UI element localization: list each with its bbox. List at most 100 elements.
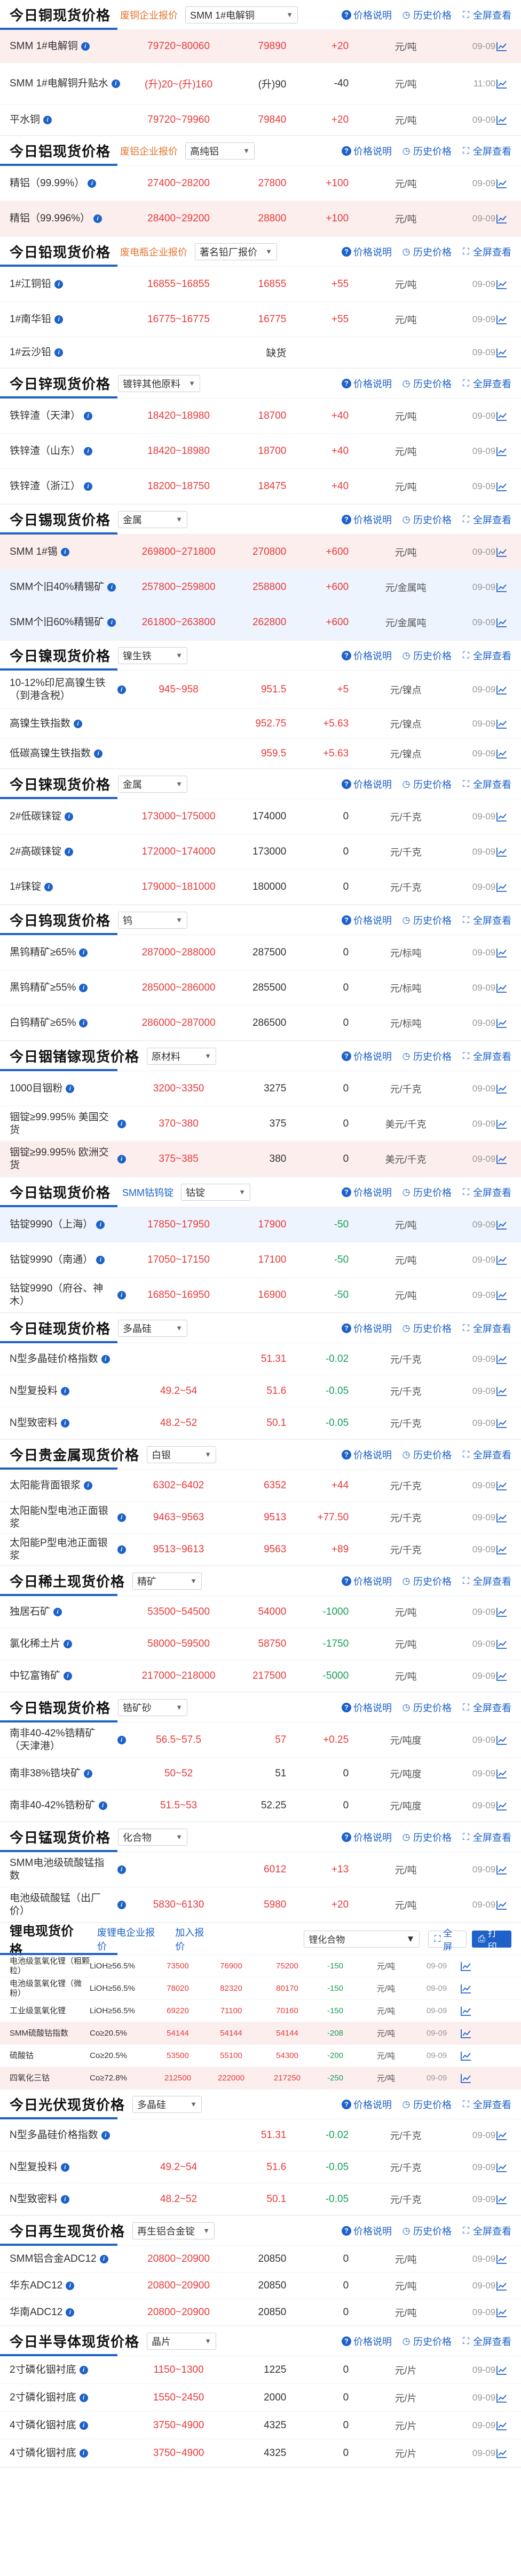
price-row[interactable]: 铟锭≥99.995% 欧洲交货 i 375~385 380 0 美元/千克 09-09 [0,1142,521,1177]
product-name[interactable]: SMM 1#锡 [10,546,58,559]
product-name[interactable]: SMM电池级硫酸锰指数 [10,1857,114,1883]
lithium-category-select[interactable]: 锂化合物 ▼ [304,1930,420,1948]
price-desc-link[interactable]: ? 价格说明 [342,2334,392,2348]
info-icon[interactable]: i [79,2449,88,2458]
info-icon[interactable]: i [65,847,74,856]
fullscreen-link[interactable]: ⛶ 全屏查看 [461,2224,511,2238]
history-link[interactable]: ◷ 历史价格 [401,2098,452,2111]
info-icon[interactable]: i [66,2281,75,2290]
category-select[interactable]: 晶片 ▼ [147,2332,217,2350]
info-icon[interactable]: i [64,1639,73,1648]
price-row[interactable]: N型多晶硅价格指数 i 51.31 -0.02 元/千克 09-09 [0,1343,521,1375]
info-icon[interactable]: i [96,1255,105,1264]
history-link[interactable]: ◷ 历史价格 [401,144,452,158]
info-icon[interactable]: i [79,983,88,992]
section-sub-link[interactable]: 废铝企业报价 [120,144,178,158]
info-icon[interactable]: i [107,583,116,592]
price-row[interactable]: 2#高碳铼锭 i 172000~174000 173000 0 元/千克 09-09 [0,834,521,870]
product-name[interactable]: 精铝（99.996%） [10,212,90,225]
section-sub-link[interactable]: SMM钴钨锭 [122,1185,173,1199]
category-select[interactable]: 镀锌其他原料 ▼ [118,374,201,392]
product-name[interactable]: 电池级氢氧化锂（微粉） [10,1979,90,1998]
price-row[interactable]: 南非40-42%锆粉矿 i 51.5~53 52.25 0 元/吨度 09-09 [0,1790,521,1822]
price-row[interactable]: SMM个旧60%精锡矿 i 261800~263800 262800 +600 元/金属吨… [0,605,521,640]
trend-chart-icon[interactable] [495,1017,508,1029]
product-name[interactable]: 铁锌渣（山东） [10,445,81,458]
price-row[interactable]: N型致密料 i 48.2~52 50.1 -0.05 元/千克 09-09 [0,1407,521,1439]
price-desc-link[interactable]: ? 价格说明 [342,2098,392,2111]
price-desc-link[interactable]: ? 价格说明 [342,377,392,390]
history-link[interactable]: ◷ 历史价格 [401,777,452,791]
info-icon[interactable]: i [117,1900,126,1909]
price-row[interactable]: 独居石矿 i 53500~54500 54000 -1000 元/吨 09-09 [0,1596,521,1628]
price-row[interactable]: SMM电池级硫酸锰指数 i 6012 +13 元/吨 09-09 [0,1852,521,1887]
info-icon[interactable]: i [43,115,52,124]
info-icon[interactable]: i [99,2254,108,2263]
trend-chart-icon[interactable] [458,2073,474,2084]
price-desc-link[interactable]: ? 价格说明 [342,1830,392,1844]
category-select[interactable]: 化合物 ▼ [118,1828,188,1846]
info-icon[interactable]: i [84,446,93,456]
category-select[interactable]: 镍生铁 ▼ [118,647,188,664]
trend-chart-icon[interactable] [495,1417,508,1429]
trend-chart-icon[interactable] [495,1734,508,1746]
trend-chart-icon[interactable] [495,2162,508,2173]
history-link[interactable]: ◷ 历史价格 [401,1448,452,1462]
history-link[interactable]: ◷ 历史价格 [401,377,452,390]
trend-chart-icon[interactable] [458,2051,474,2061]
info-icon[interactable]: i [65,812,74,821]
info-icon[interactable]: i [117,1735,126,1744]
info-icon[interactable]: i [117,1865,126,1874]
info-icon[interactable]: i [117,1545,126,1554]
trend-chart-icon[interactable] [495,2307,508,2318]
trend-chart-icon[interactable] [495,546,508,558]
trend-chart-icon[interactable] [495,1118,508,1130]
price-desc-link[interactable]: ? 价格说明 [342,777,392,791]
fullscreen-link[interactable]: ⛶ 全屏查看 [461,2098,511,2111]
print-button[interactable]: ⎙ 打印 [472,1928,511,1952]
info-icon[interactable]: i [74,719,83,728]
price-desc-link[interactable]: ? 价格说明 [342,1049,392,1063]
fullscreen-link[interactable]: ⛶ 全屏查看 [461,8,511,22]
trend-chart-icon[interactable] [495,114,508,126]
price-row[interactable]: 南非40-42%锆精矿（天津港） i 56.5~57.5 57 +0.25 元/吨度 09-… [0,1722,521,1758]
trend-chart-icon[interactable] [495,1670,508,1682]
history-link[interactable]: ◷ 历史价格 [401,1701,452,1714]
product-name[interactable]: 1#南华铅 [10,313,51,326]
price-desc-link[interactable]: ? 价格说明 [342,913,392,927]
info-icon[interactable]: i [101,2131,110,2140]
product-name[interactable]: N型复投料 [10,1385,58,1398]
price-row[interactable]: 10-12%印尼高镍生铁（到港含税） i 945~958 951.5 +5 元/镍点 09-… [0,671,521,709]
price-row[interactable]: N型复投料 i 49.2~54 51.6 -0.05 元/千克 09-09 [0,1375,521,1407]
trend-chart-icon[interactable] [495,2280,508,2292]
info-icon[interactable]: i [79,948,88,957]
price-row[interactable]: 钴锭9990（府谷、神木） i 16850~16950 16900 -50 元/吨 09-0… [0,1278,521,1313]
product-name[interactable]: 南非40-42%锆精矿（天津港） [10,1727,114,1753]
product-name[interactable]: SMM 1#电解铜升贴水 [10,77,108,90]
product-name[interactable]: 2寸磷化铟衬底 [10,2364,76,2376]
product-name[interactable]: 黑钨精矿≥65% [10,946,76,959]
history-link[interactable]: ◷ 历史价格 [401,245,452,259]
price-row[interactable]: 1#南华铅 i 16775~16775 16775 +55 元/吨 09-09 [0,302,521,337]
fullscreen-link[interactable]: ⛶ 全屏查看 [461,513,511,527]
product-name[interactable]: SMM铝合金ADC12 [10,2253,97,2266]
product-name[interactable]: 硫酸钴 [10,2051,90,2061]
trend-chart-icon[interactable] [495,347,508,358]
lithium-price-row[interactable]: 工业级氢氧化锂 LiOH≥56.5% 69220 71100 70160 -150 元/吨 0… [0,2000,521,2022]
fullscreen-link[interactable]: ⛶ 全屏查看 [461,1830,511,1844]
product-name[interactable]: 铟锭≥99.995% 欧洲交货 [10,1146,114,1172]
price-row[interactable]: 铁锌渣（天津） i 18420~18980 18700 +40 元/吨 09-09 [0,398,521,434]
product-name[interactable]: 1000目铟粉 [10,1082,62,1095]
product-name[interactable]: 2#低碳铼锭 [10,810,61,823]
product-name[interactable]: 华东ADC12 [10,2279,62,2292]
price-row[interactable]: 4寸磷化铟衬底 i 3750~4900 4325 0 元/片 09-09 [0,2412,521,2439]
product-name[interactable]: 氯化稀土片 [10,1638,60,1650]
info-icon[interactable]: i [84,1481,93,1490]
fullscreen-link[interactable]: ⛶ 全屏查看 [461,377,511,390]
history-link[interactable]: ◷ 历史价格 [401,1574,452,1588]
trend-chart-icon[interactable] [495,213,508,225]
product-name[interactable]: 高镍生铁指数 [10,717,70,730]
fullscreen-link[interactable]: ⛶ 全屏查看 [461,1701,511,1714]
info-icon[interactable]: i [107,618,116,627]
price-row[interactable]: SMM个旧40%精锡矿 i 257800~259800 258800 +600 元/金属吨… [0,570,521,605]
